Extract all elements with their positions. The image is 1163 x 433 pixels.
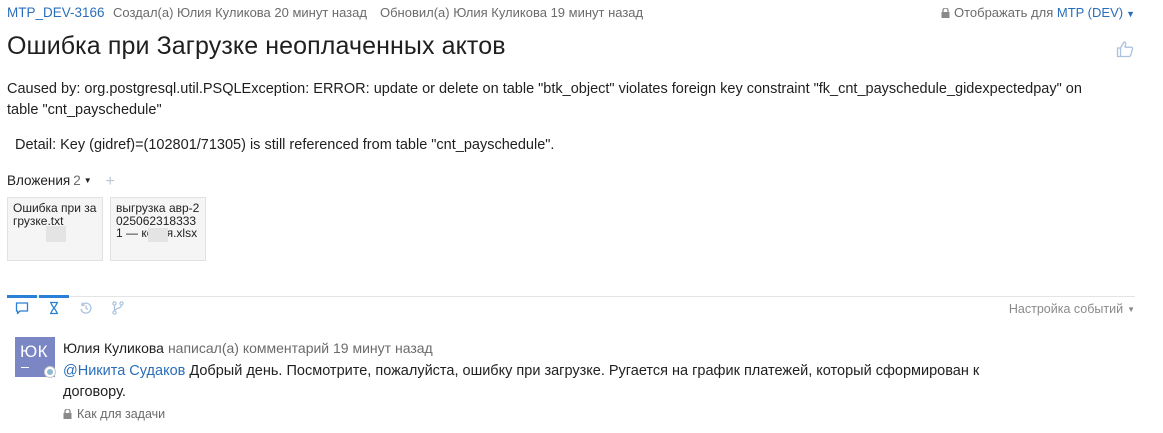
lock-icon — [941, 8, 950, 18]
issue-meta-bar: MTP_DEV-3166 Создал(а) Юлия Куликова 20 … — [7, 5, 1135, 23]
hourglass-icon — [50, 301, 58, 315]
issue-detail: Detail: Key (gidref)=(102801/71305) is s… — [15, 137, 555, 153]
chevron-down-icon: ▼ — [1126, 9, 1135, 19]
tab-history[interactable] — [39, 295, 69, 320]
avatar-initials: ЮК — [20, 342, 49, 361]
status-badge-icon — [44, 366, 56, 378]
attachment-name: Ошибка при загрузке.txt — [13, 201, 97, 228]
mention-link[interactable]: @Никита Судаков — [63, 363, 185, 379]
attachment-tile[interactable]: Ошибка при загрузке.txt — [7, 197, 103, 261]
comment-header: Юлия Куликова написал(а) комментарий 19 м… — [63, 340, 433, 356]
attachments-header[interactable]: Вложения 2 ▼ + — [7, 173, 115, 191]
attachment-tile[interactable]: выгрузка авр-20250623183331 — копия.xlsx — [110, 197, 206, 261]
visibility-selector[interactable]: Отображать для MTP (DEV) ▼ — [941, 5, 1135, 20]
comment-action: написал(а) комментарий 19 минут назад — [167, 340, 433, 356]
comment-body: @Никита Судаков Добрый день. Посмотрите,… — [63, 361, 1023, 403]
tab-comments[interactable] — [7, 295, 37, 320]
lock-icon — [63, 409, 72, 419]
activity-divider — [7, 296, 1135, 297]
add-attachment-icon[interactable]: + — [105, 173, 114, 190]
file-thumbnail-icon — [148, 228, 168, 242]
issue-key-link[interactable]: MTP_DEV-3166 — [7, 5, 105, 20]
visibility-label: Отображать для — [953, 5, 1054, 20]
file-thumbnail-icon — [46, 226, 66, 242]
comment-icon — [15, 302, 29, 315]
created-info: Создал(а) Юлия Куликова 20 минут назад — [113, 5, 367, 20]
visibility-project: MTP (DEV) — [1056, 5, 1124, 20]
issue-description: Caused by: org.postgresql.util.PSQLExcep… — [7, 81, 1082, 118]
thumbs-up-icon[interactable] — [1116, 40, 1134, 58]
event-settings-dropdown[interactable]: Настройка событий ▼ — [1009, 302, 1135, 316]
avatar[interactable]: ЮК — [15, 337, 56, 378]
attachments-label: Вложения — [7, 173, 71, 188]
comment-visibility[interactable]: Как для задачи — [63, 407, 165, 421]
tab-git[interactable] — [103, 296, 133, 320]
event-settings-label: Настройка событий — [1008, 302, 1124, 316]
updated-info: Обновил(а) Юлия Куликова 19 минут назад — [380, 5, 644, 20]
comment-text: Добрый день. Посмотрите, пожалуйста, оши… — [63, 363, 980, 400]
issue-title: Ошибка при Загрузке неоплаченных актов — [7, 32, 506, 60]
comment-visibility-label: Как для задачи — [77, 407, 166, 421]
avatar-mark — [21, 367, 29, 368]
history-icon — [80, 302, 92, 314]
comment-author[interactable]: Юлия Куликова — [63, 340, 164, 356]
chevron-down-icon: ▼ — [83, 176, 92, 185]
attachments-count: 2 — [73, 173, 81, 188]
branch-icon — [112, 301, 124, 315]
chevron-down-icon: ▼ — [1127, 305, 1135, 314]
tab-activity[interactable] — [71, 296, 101, 320]
